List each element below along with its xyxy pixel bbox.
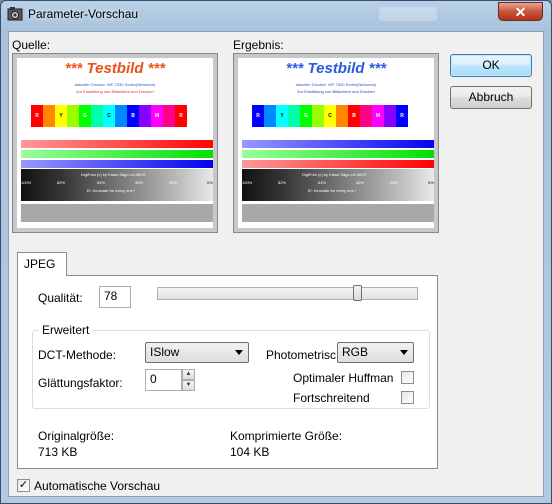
testbild-footer	[21, 204, 213, 222]
chevron-down-icon	[235, 350, 243, 355]
testbild-subtitle: aktueller Drucker: WF-7530 Series(Netzwe…	[295, 82, 377, 87]
spin-down-icon[interactable]: ▼	[182, 380, 195, 391]
dct-method-value: ISlow	[150, 345, 180, 359]
result-preview: *** Testbild *** aktueller Drucker: WF-7…	[233, 53, 439, 233]
optimal-huffman-checkbox[interactable]	[401, 371, 414, 384]
smoothing-label: Glättungsfaktor:	[38, 376, 123, 390]
app-icon	[7, 7, 23, 21]
jpeg-tab-panel: Qualität: 78 Erweitert DCT-Methode: ISlo…	[17, 275, 438, 469]
smoothing-input[interactable]: 0	[145, 369, 182, 391]
ok-button[interactable]: OK	[450, 54, 532, 77]
cancel-button[interactable]: Abbruch	[450, 86, 532, 109]
source-preview: *** Testbild *** aktueller Drucker: WF-7…	[12, 53, 218, 233]
auto-preview-label[interactable]: Automatische Vorschau	[34, 479, 160, 493]
testbild-title: *** Testbild ***	[285, 60, 387, 77]
auto-preview-checkbox[interactable]: ✓	[17, 479, 30, 492]
compressed-size-value: 104 KB	[230, 445, 270, 459]
testbild-footer	[242, 204, 434, 222]
smoothing-spinner[interactable]: ▲ ▼	[182, 369, 195, 391]
quality-label: Qualität:	[38, 291, 83, 305]
tab-jpeg-label: JPEG	[24, 257, 56, 271]
dialog-window: Parameter-Vorschau ✕ Quelle: Ergebnis: *…	[0, 0, 552, 504]
photometric-label: Photometrisc	[266, 348, 337, 362]
result-label: Ergebnis:	[233, 38, 284, 52]
testbild-subtitle: aktueller Drucker: WF-7530 Series(Netzwe…	[74, 82, 156, 87]
title-bar[interactable]: Parameter-Vorschau ✕	[1, 1, 551, 27]
chevron-down-icon	[400, 350, 408, 355]
testbild-title: *** Testbild ***	[64, 60, 166, 77]
close-button[interactable]: ✕	[498, 2, 543, 21]
spin-up-icon[interactable]: ▲	[182, 369, 195, 380]
photometric-select[interactable]: RGB	[337, 342, 414, 363]
quality-slider-track[interactable]	[157, 287, 418, 300]
extended-group-title: Erweitert	[39, 323, 93, 337]
testbild-subtitle-2: Zur Einstellung von Bildschirm und Druck…	[76, 89, 154, 94]
color-swatches: R Y G C B M R	[31, 105, 187, 127]
result-testbild-image: *** Testbild *** aktueller Drucker: WF-7…	[238, 58, 434, 228]
green-gradient-bar	[21, 150, 213, 158]
dialog-client: Quelle: Ergebnis: *** Testbild *** aktue…	[8, 31, 544, 497]
quality-input[interactable]: 78	[99, 286, 131, 308]
blue-gradient-bar	[242, 140, 434, 148]
quality-slider-thumb[interactable]	[352, 285, 362, 301]
red-gradient-bar	[242, 160, 434, 168]
window-title: Parameter-Vorschau	[28, 7, 139, 21]
color-swatches: R Y G C B M R	[252, 105, 408, 127]
green-gradient-bar	[242, 150, 434, 158]
testbild-subtitle-2: Zur Einstellung von Bildschirm und Druck…	[297, 89, 375, 94]
source-label: Quelle:	[12, 38, 51, 52]
dct-method-select[interactable]: ISlow	[145, 342, 249, 363]
tab-jpeg[interactable]: JPEG	[17, 252, 67, 276]
dct-method-label: DCT-Methode:	[38, 348, 117, 362]
original-size-label: Originalgröße:	[38, 429, 115, 443]
original-size-value: 713 KB	[38, 445, 78, 459]
blue-gradient-bar	[21, 160, 213, 168]
red-gradient-bar	[21, 140, 213, 148]
background-window-ghost	[379, 7, 437, 21]
progressive-checkbox[interactable]	[401, 391, 414, 404]
compressed-size-label: Komprimierte Größe:	[230, 429, 343, 443]
progressive-label: Fortschreitend	[293, 391, 370, 405]
photometric-value: RGB	[342, 345, 369, 359]
source-testbild-image: *** Testbild *** aktueller Drucker: WF-7…	[17, 58, 213, 228]
optimal-huffman-label: Optimaler Huffman	[293, 371, 394, 385]
